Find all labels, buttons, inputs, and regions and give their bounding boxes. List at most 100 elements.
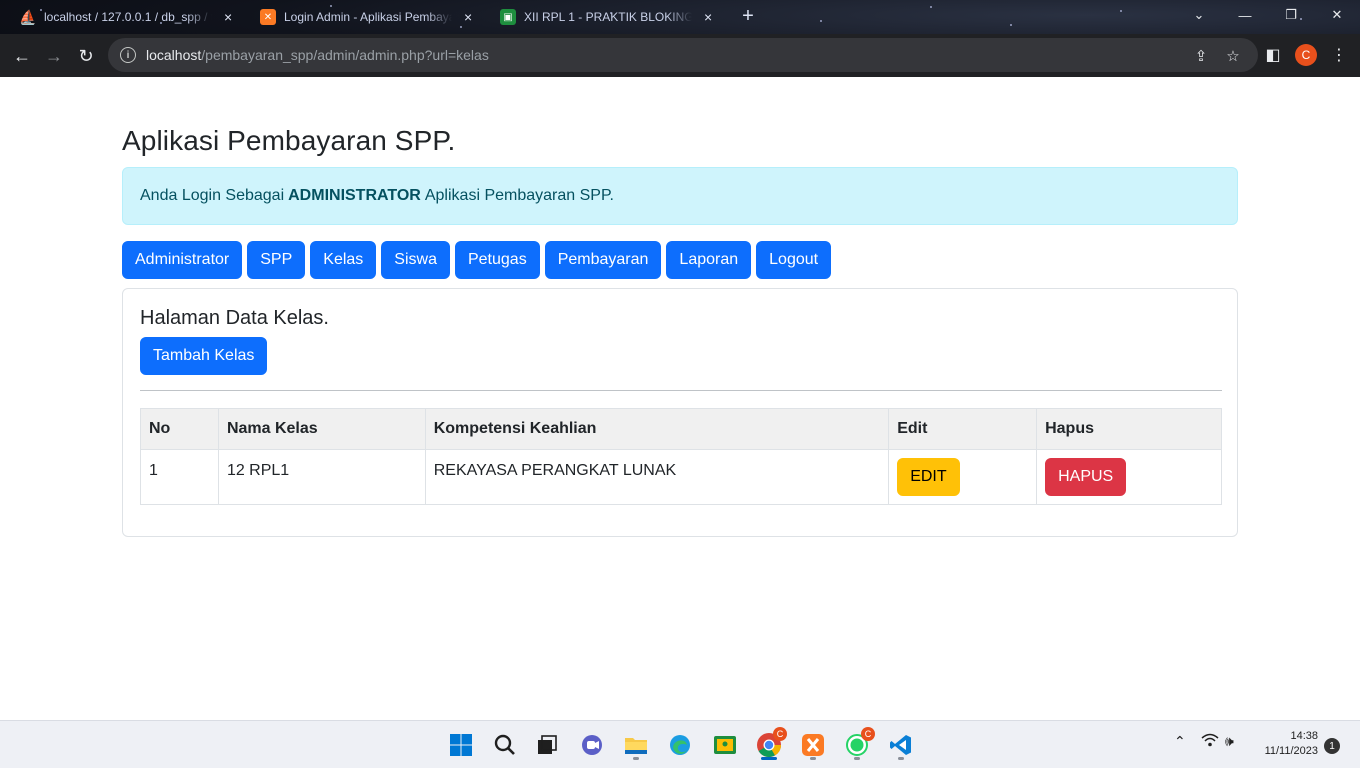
task-view-icon — [538, 735, 557, 754]
tab-login-admin[interactable]: ✕ Login Admin - Aplikasi Pembayaran × — [250, 0, 486, 34]
restore-icon[interactable]: ❐ — [1268, 0, 1314, 30]
browser-chrome: ⛵ localhost / 127.0.0.1 / db_spp / t × ✕… — [0, 0, 1360, 77]
tab-title: Login Admin - Aplikasi Pembayaran — [284, 10, 453, 24]
show-hidden-icons[interactable]: ⌃ — [1174, 733, 1186, 750]
new-tab-button[interactable]: + — [737, 6, 759, 28]
kelas-card: Halaman Data Kelas. Tambah Kelas No Nama… — [122, 288, 1238, 537]
xampp-icon — [802, 734, 824, 756]
profile-button[interactable]: C — [1293, 42, 1319, 68]
cell-kompetensi: REKAYASA PERANGKAT LUNAK — [424, 449, 890, 505]
page-title: Aplikasi Pembayaran SPP. — [122, 125, 456, 156]
url-path: /pembayaran_spp/admin/admin.php?url=kela… — [201, 47, 489, 63]
tab-title: XII RPL 1 - PRAKTIK BLOKING 2023 — [524, 10, 693, 24]
running-indicator — [898, 757, 904, 760]
system-clock[interactable]: 14:38 11/11/2023 — [1252, 729, 1318, 759]
tab-close-icon[interactable]: × — [460, 9, 476, 25]
running-indicator — [810, 757, 816, 760]
alert-prefix: Anda Login Sebagai — [140, 187, 285, 204]
windows-logo-icon — [450, 734, 472, 756]
cell-no: 1 — [140, 449, 219, 505]
tab-phpmyadmin[interactable]: ⛵ localhost / 127.0.0.1 / db_spp / t × — [10, 0, 246, 34]
nav-logout-button[interactable]: Logout — [756, 241, 832, 279]
tab-title: localhost / 127.0.0.1 / db_spp / t — [44, 10, 213, 24]
close-window-icon[interactable]: ✕ — [1314, 0, 1360, 30]
column-header-kompetensi: Kompetensi Keahlian — [424, 408, 890, 450]
login-info-alert: Anda Login Sebagai ADMINISTRATOR Aplikas… — [122, 167, 1238, 225]
nav-pembayaran-button[interactable]: Pembayaran — [544, 241, 662, 279]
share-icon[interactable]: ⇪ — [1192, 47, 1210, 65]
back-icon[interactable]: ← — [8, 42, 36, 70]
url-host: localhost — [146, 47, 202, 63]
active-indicator — [761, 757, 777, 760]
vscode-icon — [890, 735, 911, 755]
file-explorer-button[interactable] — [620, 729, 652, 761]
running-indicator — [633, 757, 639, 760]
volume-icon[interactable]: 🕪 — [1225, 733, 1234, 750]
edge-button[interactable] — [664, 729, 696, 761]
chrome-profile-badge: C — [773, 727, 787, 741]
cell-hapus: HAPUS — [1036, 449, 1222, 505]
divider — [140, 390, 1222, 391]
column-header-no: No — [140, 408, 219, 450]
nav-kelas-button[interactable]: Kelas — [310, 241, 377, 279]
cell-edit: EDIT — [888, 449, 1038, 505]
cell-nama-kelas: 12 RPL1 — [217, 449, 426, 505]
column-header-edit: Edit — [888, 408, 1038, 450]
tab-close-icon[interactable]: × — [700, 9, 716, 25]
nav-petugas-button[interactable]: Petugas — [454, 241, 540, 279]
column-header-hapus: Hapus — [1036, 408, 1222, 450]
clock-date: 11/11/2023 — [1264, 745, 1318, 757]
classroom-icon — [714, 736, 736, 754]
start-button[interactable] — [445, 729, 477, 761]
classroom-button[interactable] — [709, 729, 741, 761]
xampp-icon: ✕ — [260, 9, 276, 25]
main-nav: Administrator SPP Kelas Siswa Petugas Pe… — [122, 241, 832, 279]
edge-icon — [670, 735, 690, 755]
tab-search-icon[interactable]: ⌄ — [1176, 0, 1222, 30]
running-indicator — [854, 757, 860, 760]
clock-time: 14:38 — [1290, 730, 1318, 742]
chat-icon — [582, 735, 602, 755]
tab-classroom[interactable]: ▣ XII RPL 1 - PRAKTIK BLOKING 2023 × — [490, 0, 726, 34]
bookmark-star-icon[interactable]: ☆ — [1224, 47, 1242, 65]
nav-laporan-button[interactable]: Laporan — [666, 241, 752, 279]
tab-close-icon[interactable]: × — [220, 9, 236, 25]
nav-spp-button[interactable]: SPP — [247, 241, 306, 279]
search-button[interactable] — [489, 729, 521, 761]
alert-role: ADMINISTRATOR — [288, 187, 421, 204]
windows-taskbar: C C ⌃ 🕪 14:38 11/11/2023 1 — [0, 720, 1360, 768]
whatsapp-button[interactable]: C — [841, 727, 875, 761]
xampp-button[interactable] — [797, 729, 829, 761]
nav-administrator-button[interactable]: Administrator — [122, 241, 243, 279]
site-info-icon[interactable]: i — [120, 47, 136, 63]
hapus-button[interactable]: HAPUS — [1045, 458, 1127, 496]
classroom-icon: ▣ — [500, 9, 516, 25]
folder-icon — [625, 738, 647, 754]
nav-siswa-button[interactable]: Siswa — [381, 241, 450, 279]
whatsapp-badge: C — [861, 727, 875, 741]
side-panel-icon[interactable]: ◧ — [1260, 42, 1286, 68]
reload-icon[interactable]: ↻ — [72, 42, 100, 70]
teams-chat-button[interactable] — [576, 729, 608, 761]
chrome-button[interactable]: C — [753, 727, 787, 761]
phpmyadmin-icon: ⛵ — [19, 8, 37, 25]
card-heading: Halaman Data Kelas. — [140, 307, 329, 329]
address-bar[interactable]: i localhost/pembayaran_spp/admin/admin.p… — [108, 38, 1258, 72]
avatar: C — [1295, 44, 1317, 66]
search-icon — [494, 734, 515, 755]
menu-kebab-icon[interactable]: ⋮ — [1326, 42, 1352, 68]
wifi-icon[interactable] — [1201, 733, 1219, 750]
task-view-button[interactable] — [531, 729, 563, 761]
notification-badge[interactable]: 1 — [1324, 738, 1340, 754]
alert-suffix: Aplikasi Pembayaran SPP. — [424, 187, 614, 204]
minimize-icon[interactable]: — — [1222, 0, 1268, 30]
edit-button[interactable]: EDIT — [897, 458, 960, 496]
url-text[interactable]: localhost/pembayaran_spp/admin/admin.php… — [146, 47, 489, 63]
table-header-row: No Nama Kelas Kompetensi Keahlian Edit H… — [140, 408, 1222, 450]
page-viewport: Aplikasi Pembayaran SPP. Anda Login Seba… — [0, 77, 1360, 720]
column-header-nama-kelas: Nama Kelas — [217, 408, 426, 450]
forward-icon[interactable]: → — [40, 42, 68, 70]
browser-toolbar: ← → ↻ i localhost/pembayaran_spp/admin/a… — [0, 34, 1360, 77]
add-kelas-button[interactable]: Tambah Kelas — [140, 337, 268, 375]
vscode-button[interactable] — [885, 729, 917, 761]
